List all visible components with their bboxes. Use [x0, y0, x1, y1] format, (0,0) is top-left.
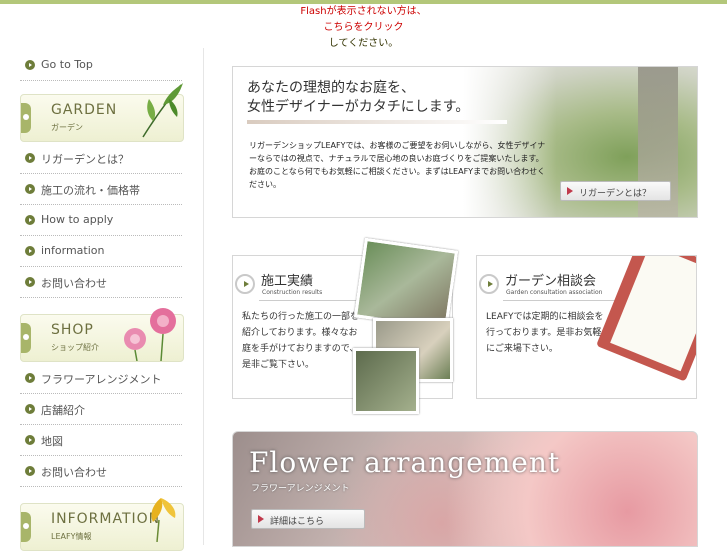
hero-headline-line1: あなたの理想的なお庭を、	[247, 80, 415, 96]
notebook-photo	[596, 256, 696, 382]
arrow-circle-icon	[235, 274, 255, 294]
flower-subtitle: フラワーアレンジメント	[251, 484, 350, 494]
flash-notice-link[interactable]: こちらをクリック	[0, 21, 727, 35]
headline-underline	[247, 120, 507, 124]
construction-results-card[interactable]: 施工実績 Construction results 私たちの行った施工の一部を紹…	[232, 237, 459, 414]
shop-banner[interactable]: SHOP ショップ紹介	[20, 308, 184, 362]
flash-notice-line1: Flashが表示されない方は、	[300, 6, 427, 17]
arrow-right-icon	[567, 187, 573, 195]
garden-banner-title: GARDEN	[51, 102, 118, 118]
nav-garden-item-1[interactable]: リガーデンとは？	[20, 143, 182, 174]
flower-details-button[interactable]: 詳細はこちら	[251, 509, 365, 529]
nav-garden-item-3[interactable]: How to apply	[20, 205, 182, 236]
regarden-button-label: リガーデンとは？	[579, 189, 652, 199]
hero-body-text: リガーデンショップLEAFYでは、お客様のご要望をお伺いしながら、女性デザイナー…	[249, 141, 546, 189]
flower-icon	[124, 308, 176, 361]
shop-banner-title: SHOP	[51, 322, 94, 338]
banner-tab-icon	[21, 512, 31, 542]
nav-shop-item-4[interactable]: お問い合わせ	[20, 456, 182, 487]
arrow-bullet-icon	[25, 277, 35, 287]
arrow-bullet-icon	[25, 153, 35, 163]
arrow-bullet-icon	[25, 466, 35, 476]
arrow-bullet-icon	[25, 215, 35, 225]
construction-photo	[353, 348, 419, 414]
nav-label: 店舗紹介	[41, 404, 85, 417]
banner-tab-icon	[21, 323, 31, 353]
flower-arrangement-banner[interactable]: Flower arrangement フラワーアレンジメント 詳細はこちら	[232, 431, 698, 547]
nav-label: 施工の流れ・価格帯	[41, 184, 140, 197]
card-subtitle: Garden consultation association	[506, 289, 603, 296]
arrow-bullet-icon	[25, 435, 35, 445]
sidebar: Go to Top GARDEN ガーデン リガーデンとは？ 施工の流れ・価格帯…	[0, 48, 204, 551]
nav-label: リガーデンとは？	[41, 153, 129, 166]
arrow-right-icon	[258, 515, 264, 523]
arrow-bullet-icon	[25, 373, 35, 383]
top-accent-bar	[0, 0, 727, 4]
card-title: 施工実績	[261, 274, 314, 289]
nav-label: 地図	[41, 435, 63, 448]
nav-garden-item-2[interactable]: 施工の流れ・価格帯	[20, 174, 182, 205]
card-subtitle: Construction results	[262, 289, 323, 296]
nav-label: information	[41, 244, 105, 257]
card-text: LEAFYでは定期的に相談会を行っております。是非お気軽にご来場下さい。	[486, 312, 604, 354]
regarden-button[interactable]: リガーデンとは？	[560, 181, 671, 201]
leaf-icon	[142, 83, 183, 138]
arrow-bullet-icon	[25, 404, 35, 414]
nav-label: Go to Top	[41, 58, 93, 71]
card-title: ガーデン相談会	[505, 274, 597, 289]
garden-banner-subtitle: ガーデン	[51, 123, 83, 132]
arrow-bullet-icon	[25, 246, 35, 256]
hero-panel: あなたの理想的なお庭を、 女性デザイナーがカタチにします。 リガーデンショップL…	[232, 66, 698, 218]
garden-consultation-card[interactable]: ガーデン相談会 Garden consultation association …	[476, 255, 697, 399]
hero-headline: あなたの理想的なお庭を、 女性デザイナーがカタチにします。	[247, 79, 469, 117]
nav-label: お問い合わせ	[41, 277, 107, 290]
information-banner[interactable]: INFORMATION LEAFY情報	[20, 498, 184, 551]
flower-title: Flower arrangement	[249, 446, 561, 479]
card-text: 私たちの行った施工の一部を紹介しております。様々なお庭を手がけておりますので、是…	[242, 312, 360, 370]
nav-shop-item-1[interactable]: フラワーアレンジメント	[20, 363, 182, 394]
information-banner-subtitle: LEAFY情報	[51, 532, 92, 541]
shop-banner-subtitle: ショップ紹介	[51, 343, 99, 352]
arrow-circle-icon	[479, 274, 499, 294]
lily-icon	[151, 498, 176, 542]
hero-headline-line2: 女性デザイナーがカタチにします。	[247, 99, 470, 115]
nav-garden-item-5[interactable]: お問い合わせ	[20, 267, 182, 298]
nav-go-to-top[interactable]: Go to Top	[20, 50, 182, 81]
nav-shop-item-3[interactable]: 地図	[20, 425, 182, 456]
arrow-bullet-icon	[25, 60, 35, 70]
flower-details-label: 詳細はこちら	[270, 517, 325, 527]
nav-label: お問い合わせ	[41, 466, 107, 479]
garden-banner[interactable]: GARDEN ガーデン	[20, 83, 184, 142]
nav-shop-item-2[interactable]: 店舗紹介	[20, 394, 182, 425]
arrow-bullet-icon	[25, 184, 35, 194]
construction-photo	[353, 237, 459, 331]
nav-label: フラワーアレンジメント	[41, 373, 162, 386]
nav-garden-item-4[interactable]: information	[20, 236, 182, 267]
nav-label: How to apply	[41, 213, 114, 226]
banner-tab-icon	[21, 103, 31, 133]
